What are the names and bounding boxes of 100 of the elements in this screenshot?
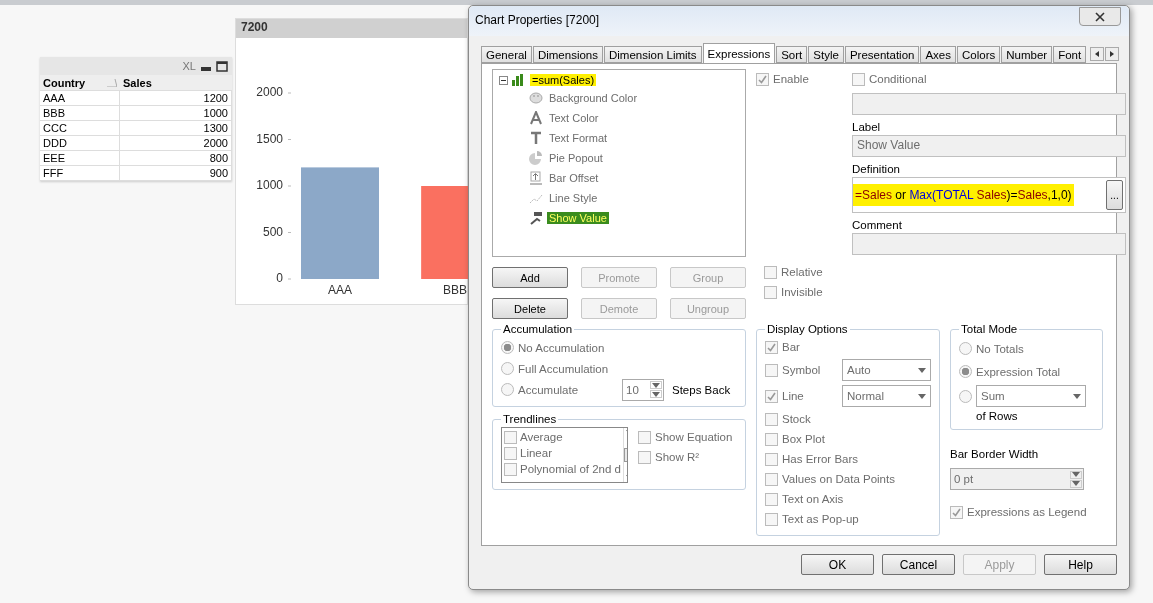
list-item[interactable]: Polynomial of 2nd d — [520, 463, 621, 475]
tree-item[interactable]: Show Value — [547, 212, 609, 224]
axis-tick-label: 1500 — [256, 131, 283, 146]
radio-label: Full Accumulation — [518, 362, 609, 375]
radio-label: Expression Total — [976, 365, 1061, 378]
checkbox-label: Stock — [782, 413, 811, 425]
checkbox[interactable] — [504, 446, 517, 460]
caret-icon — [918, 393, 926, 399]
radio-button[interactable] — [959, 342, 972, 355]
tab[interactable]: Font — [1053, 46, 1087, 63]
caret-icon — [918, 367, 926, 373]
table-cell: 1000 — [120, 106, 232, 121]
tree-item[interactable]: Line Style — [547, 192, 600, 204]
tab[interactable]: Axes — [920, 46, 957, 63]
checkbox-label: Box Plot — [782, 433, 825, 445]
table-cell: FFF — [40, 166, 120, 181]
axis-tick-label: 500 — [262, 224, 283, 239]
tab[interactable]: Sort — [776, 46, 808, 63]
table-cell: 1300 — [120, 121, 232, 136]
list-item[interactable]: Average — [520, 431, 563, 443]
radio-button[interactable] — [501, 341, 514, 354]
scroll-right-button[interactable] — [1105, 47, 1120, 61]
checkbox-label: Text on Axis — [782, 493, 844, 505]
trendline-list[interactable]: Average Linear Polynomial of 2nd d — [501, 427, 628, 483]
tab[interactable]: Dimension Limits — [604, 46, 702, 63]
list-item[interactable]: Linear — [520, 447, 552, 459]
tree-item[interactable]: Text Format — [547, 132, 610, 144]
button[interactable]: Help — [1044, 554, 1117, 575]
radio-button[interactable] — [501, 362, 514, 375]
radio-button[interactable] — [959, 389, 972, 403]
checkbox-label: Line — [782, 390, 804, 402]
label-field[interactable]: Show Value — [852, 135, 1126, 157]
radio-label: No Accumulation — [518, 341, 605, 354]
checkbox-label: Symbol — [782, 364, 821, 376]
tree-item[interactable]: =sum(Sales) — [530, 74, 597, 86]
close-button[interactable] — [1079, 7, 1121, 26]
collapse-icon[interactable] — [499, 75, 508, 85]
group-title: Total Mode — [960, 323, 1019, 335]
table-cell: 900 — [120, 166, 232, 181]
maximize-icon[interactable] — [216, 60, 228, 72]
checkbox-label: Relative — [781, 266, 823, 278]
checkbox[interactable] — [638, 450, 651, 464]
checkbox-label: Bar — [782, 341, 800, 353]
axis-category-label: BBB — [443, 283, 467, 297]
tree-item[interactable]: Text Color — [547, 112, 601, 124]
checkbox-label: Show R² — [655, 451, 700, 463]
checkbox-label: Enable — [773, 73, 809, 85]
group-title: Display Options — [766, 323, 849, 335]
comment-field[interactable] — [852, 233, 1126, 255]
button[interactable]: OK — [801, 554, 874, 575]
radio-label: No Totals — [976, 342, 1024, 355]
tree-item[interactable]: Background Color — [547, 92, 640, 104]
tab[interactable]: Number — [1001, 46, 1053, 63]
tree-item[interactable]: Bar Offset — [547, 172, 601, 184]
radio-button[interactable] — [501, 383, 514, 396]
checkbox-label: Expressions as Legend — [967, 506, 1087, 518]
table-cell: EEE — [40, 151, 120, 166]
checkbox[interactable] — [504, 430, 517, 444]
group-title: Accumulation — [502, 323, 574, 335]
tree-item[interactable]: Pie Popout — [547, 152, 605, 164]
definition-text: =Sales or Max(TOTAL Sales)=Sales,1,0) — [853, 184, 1074, 206]
excel-export-label[interactable]: XL — [182, 60, 196, 72]
scroll-left-button[interactable] — [1090, 47, 1105, 61]
button[interactable]: Delete — [492, 298, 568, 319]
checkbox-label: Conditional — [869, 73, 927, 85]
field-label: Bar Border Width — [950, 448, 1040, 460]
tab[interactable]: Expressions — [702, 43, 776, 63]
radio-button[interactable] — [959, 365, 972, 378]
chart-title: 7200 — [236, 19, 467, 38]
checkbox[interactable] — [638, 430, 651, 444]
close-icon — [1095, 11, 1105, 22]
tab[interactable]: Style — [808, 46, 844, 63]
table-cell: 1200 — [120, 91, 232, 106]
border-width-spinner[interactable]: 0 pt — [950, 468, 1084, 490]
button[interactable]: Add — [492, 267, 568, 288]
axis-tick-label: 0 — [276, 271, 283, 286]
window-title: Chart Properties [7200] — [475, 13, 600, 27]
column-header[interactable]: Sales — [120, 75, 232, 91]
definition-field[interactable]: =Sales or Max(TOTAL Sales)=Sales,1,0) ... — [852, 177, 1126, 213]
tab[interactable]: Dimensions — [532, 46, 603, 63]
table-cell: 2000 — [120, 136, 232, 151]
tab[interactable]: Colors — [957, 46, 1001, 63]
checkbox-label: Show Equation — [655, 431, 733, 443]
button[interactable]: Cancel — [882, 554, 955, 575]
field-label: Definition — [852, 163, 901, 175]
condition-field[interactable] — [852, 93, 1126, 115]
steps-spinner[interactable]: 10 — [622, 378, 664, 401]
table-cell: AAA — [40, 91, 120, 106]
checkbox-label: Values on Data Points — [782, 473, 895, 485]
checkbox[interactable] — [504, 462, 517, 476]
checkbox-label: Invisible — [781, 286, 823, 298]
palette-icon — [529, 91, 543, 105]
column-header[interactable]: Country — [40, 75, 120, 91]
dropdown[interactable]: Sum — [976, 385, 1086, 407]
tab[interactable]: General — [481, 46, 532, 63]
caret-icon — [1073, 393, 1081, 399]
letter-icon — [529, 111, 543, 125]
edit-expression-button[interactable]: ... — [1106, 180, 1123, 210]
tab[interactable]: Presentation — [844, 46, 920, 63]
right-triangle-icon — [1110, 51, 1115, 57]
